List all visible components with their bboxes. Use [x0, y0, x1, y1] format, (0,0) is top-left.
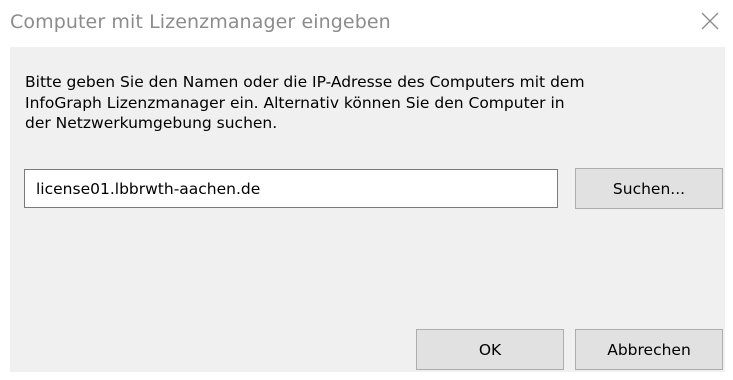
title-bar: Computer mit Lizenzmanager eingeben	[0, 0, 733, 47]
computer-name-input[interactable]	[24, 169, 558, 208]
dialog-title: Computer mit Lizenzmanager eingeben	[10, 11, 391, 33]
close-button[interactable]	[687, 0, 733, 46]
search-button[interactable]: Suchen...	[575, 168, 723, 209]
close-icon	[700, 11, 720, 35]
instruction-text: Bitte geben Sie den Namen oder die IP-Ad…	[25, 73, 585, 132]
dialog-content: Bitte geben Sie den Namen oder die IP-Ad…	[10, 47, 725, 372]
ok-button[interactable]: OK	[416, 329, 564, 370]
license-manager-dialog: Computer mit Lizenzmanager eingeben Bitt…	[0, 0, 733, 380]
cancel-button[interactable]: Abbrechen	[575, 329, 723, 370]
